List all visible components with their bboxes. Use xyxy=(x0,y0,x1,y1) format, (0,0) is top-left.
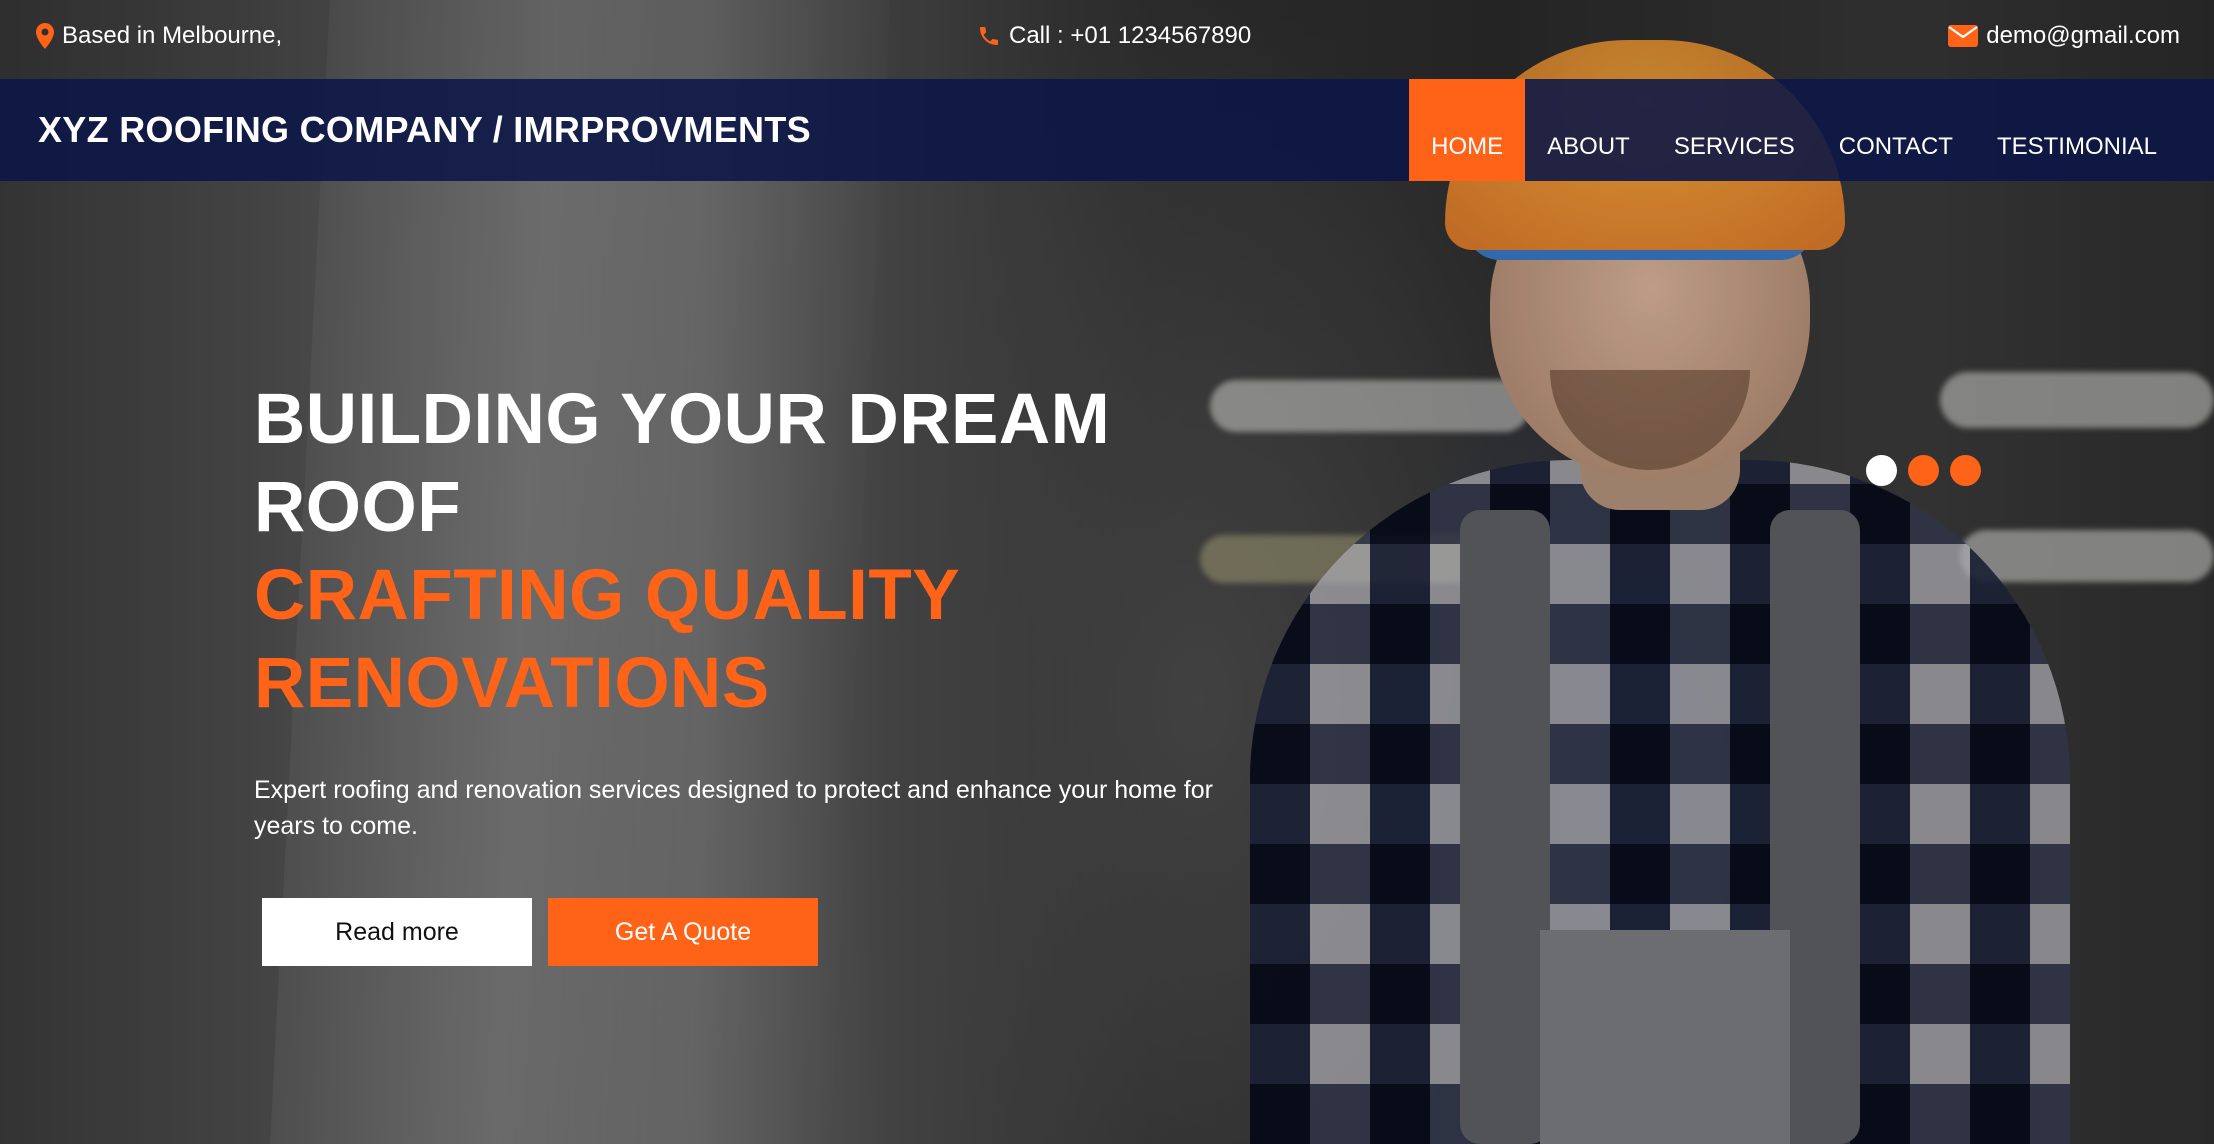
map-pin-icon xyxy=(36,23,54,49)
main-nav: HOME ABOUT SERVICES CONTACT TESTIMONIAL xyxy=(1409,79,2214,181)
nav-item-home[interactable]: HOME xyxy=(1409,79,1526,181)
nav-item-testimonial[interactable]: TESTIMONIAL xyxy=(1975,79,2179,181)
nav-item-about[interactable]: ABOUT xyxy=(1525,79,1652,181)
get-quote-button[interactable]: Get A Quote xyxy=(548,898,818,966)
location-text: Based in Melbourne, xyxy=(62,22,283,49)
top-info-bar: Based in Melbourne, Call : +01 123456789… xyxy=(0,0,2214,79)
read-more-button[interactable]: Read more xyxy=(262,898,532,966)
envelope-icon xyxy=(1948,25,1979,47)
hero-content: BUILDING YOUR DREAM ROOF CRAFTING QUALIT… xyxy=(254,376,1254,966)
carousel-indicators xyxy=(1866,455,1981,486)
hero-title-line1: BUILDING YOUR DREAM xyxy=(254,380,1111,459)
hero-description: Expert roofing and renovation services d… xyxy=(254,776,1213,840)
carousel-dot-3[interactable] xyxy=(1950,455,1981,486)
hero-page: Based in Melbourne, Call : +01 123456789… xyxy=(0,0,2214,1144)
hero-subtitle-line2: RENOVATIONS xyxy=(254,644,770,723)
hero-subtitle-line1: CRAFTING QUALITY xyxy=(254,556,961,635)
hero-buttons: Read more Get A Quote xyxy=(262,898,1254,966)
nav-item-services[interactable]: SERVICES xyxy=(1652,79,1817,181)
main-navbar: XYZ ROOFING COMPANY / IMRPROVMENTS HOME … xyxy=(0,79,2214,181)
carousel-dot-2[interactable] xyxy=(1908,455,1939,486)
brand-logo-text[interactable]: XYZ ROOFING COMPANY / IMRPROVMENTS xyxy=(38,109,811,151)
carousel-dot-1[interactable] xyxy=(1866,455,1897,486)
phone-info[interactable]: Call : +01 1234567890 xyxy=(977,22,1251,50)
nav-item-contact[interactable]: CONTACT xyxy=(1817,79,1975,181)
email-text: demo@gmail.com xyxy=(1986,22,2180,49)
location-info: Based in Melbourne, xyxy=(36,22,282,50)
phone-icon xyxy=(977,24,1001,48)
email-info[interactable]: demo@gmail.com xyxy=(1948,22,2180,50)
hero-title-line2: ROOF xyxy=(254,468,462,547)
phone-text: Call : +01 1234567890 xyxy=(1009,22,1252,49)
